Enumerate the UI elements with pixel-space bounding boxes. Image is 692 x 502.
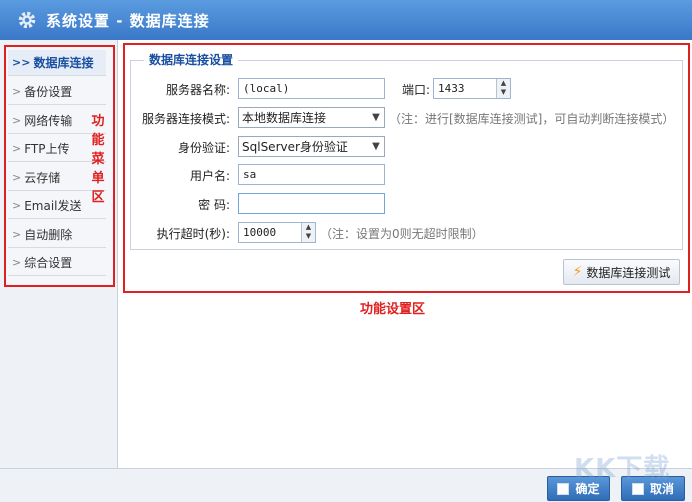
connection-mode-label: 服务器连接模式: (141, 112, 230, 126)
spin-down-icon[interactable]: ▼ (497, 88, 510, 97)
chevron-right-icon: > (12, 114, 22, 127)
settings-area-annotation: 功能设置区 (360, 302, 426, 317)
sidebar-item-label: FTP上传 (24, 142, 70, 156)
server-name-label: 服务器名称: (165, 83, 230, 97)
auth-value: SqlServer身份验证 (242, 140, 348, 154)
port-label: 端口: (401, 83, 430, 97)
window-title: 系统设置 - 数据库连接 (46, 11, 210, 30)
connection-mode-value: 本地数据库连接 (242, 111, 327, 125)
chevron-right-icon: > (12, 142, 22, 155)
test-connection-label: 数据库连接测试 (586, 265, 671, 280)
menu-area-annotation: 功能菜单区 (91, 114, 105, 205)
settings-legend: 数据库连接设置 (144, 51, 239, 68)
gear-icon (18, 11, 36, 29)
password-input[interactable] (238, 193, 385, 214)
sidebar-item-label: 综合设置 (24, 256, 73, 270)
sidebar-item-backup[interactable]: > 备份设置 (8, 79, 106, 105)
save-icon (557, 482, 570, 495)
sidebar-item-label: Email发送 (24, 199, 82, 213)
spin-up-icon[interactable]: ▲ (497, 79, 510, 88)
chevron-right-icon: > (12, 256, 22, 269)
lightning-icon: ⚡ (572, 264, 583, 280)
chevron-right-icon: > (12, 85, 22, 98)
watermark: KK下载 (574, 454, 671, 484)
timeout-spinner[interactable]: ▲ ▼ (301, 223, 315, 242)
timeout-label: 执行超时(秒): (156, 227, 230, 241)
sidebar-item-general[interactable]: > 综合设置 (8, 250, 106, 276)
chevron-right-icon: > (12, 199, 22, 212)
sidebar-item-label: 数据库连接 (33, 56, 94, 70)
auth-label: 身份验证: (177, 141, 230, 155)
chevron-right-icon: > (12, 228, 22, 241)
title-bar: 系统设置 - 数据库连接 (0, 0, 692, 40)
username-input[interactable]: sa (238, 164, 385, 185)
chevron-right-icon: >> (12, 56, 31, 69)
sidebar-item-label: 备份设置 (24, 85, 73, 99)
connection-mode-select[interactable]: 本地数据库连接 ▼ (238, 107, 385, 128)
connection-mode-hint: （注：进行[数据库连接测试]，可自动判断连接模式） (389, 112, 675, 126)
chevron-right-icon: > (12, 171, 22, 184)
sidebar-item-label: 云存储 (24, 171, 61, 185)
password-label: 密 码: (198, 198, 230, 212)
auth-select[interactable]: SqlServer身份验证 ▼ (238, 136, 385, 157)
spin-up-icon[interactable]: ▲ (302, 223, 315, 232)
port-spinner[interactable]: ▲ ▼ (496, 79, 510, 98)
timeout-hint: （注：设置为0则无超时限制） (320, 227, 484, 241)
sidebar-item-autodelete[interactable]: > 自动删除 (8, 222, 106, 248)
sidebar-item-label: 自动删除 (24, 228, 73, 242)
chevron-down-icon: ▼ (372, 112, 380, 123)
chevron-down-icon: ▼ (372, 141, 380, 152)
sidebar-item-label: 网络传输 (24, 114, 73, 128)
username-label: 用户名: (189, 169, 230, 183)
sidebar-item-database[interactable]: >> 数据库连接 (8, 50, 106, 76)
test-connection-button[interactable]: ⚡ 数据库连接测试 (563, 259, 680, 285)
spin-down-icon[interactable]: ▼ (302, 232, 315, 241)
